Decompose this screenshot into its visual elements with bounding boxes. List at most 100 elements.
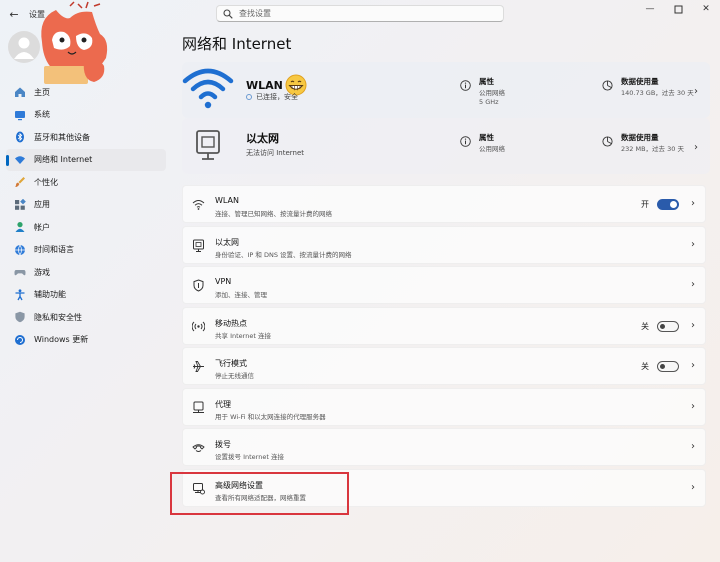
setting-title: 飞行模式 (215, 359, 247, 368)
sidebar-item-accounts[interactable]: 帐户 (6, 216, 166, 239)
window-controls: — ✕ (636, 0, 720, 18)
pie-chart-icon (602, 136, 613, 147)
properties-title: 属性 (479, 133, 494, 142)
home-icon (14, 86, 26, 98)
data-usage-title: 数据使用量 (621, 77, 659, 86)
update-icon (14, 334, 26, 346)
setting-title: WLAN (215, 196, 240, 205)
sidebar-item-privacy[interactable]: 隐私和安全性 (6, 306, 166, 329)
pie-chart-icon (602, 80, 613, 91)
hotspot-icon (192, 320, 205, 333)
sidebar-item-label: 个性化 (34, 177, 58, 187)
setting-description: 连接、管理已知网络、按流量计费的网络 (215, 210, 332, 218)
sidebar-item-apps[interactable]: 应用 (6, 194, 166, 217)
dialup-icon (192, 441, 205, 454)
sidebar-item-accessibility[interactable]: 辅助功能 (6, 284, 166, 307)
ethernet-name-text: 以太网 (246, 132, 279, 145)
ethernet-network-name: 以太网 (246, 130, 279, 146)
chevron-right-icon[interactable]: › (694, 142, 698, 153)
ethernet-status-text: 无法访问 Internet (246, 149, 305, 157)
setting-title: 代理 (215, 399, 231, 409)
info-icon (460, 136, 471, 147)
toggle-state-label: 开 (641, 200, 649, 209)
info-icon (460, 80, 471, 91)
page-title: 网络和 Internet (182, 35, 292, 53)
network-icon (14, 154, 26, 166)
sidebar-item-home[interactable]: 主页 (6, 81, 166, 104)
sidebar-item-label: 游戏 (34, 267, 50, 277)
ethernet-status-card: 以太网 无法访问 Internet 属性 公用网络 数据使用量 232 MB，过… (182, 118, 710, 174)
setting-title: 移动热点 (215, 318, 247, 328)
search-box[interactable] (216, 5, 504, 22)
setting-title: VPN (215, 277, 232, 286)
data-usage-subtext: 232 MB，过去 30 天 (621, 145, 684, 153)
toggle-state-label: 关 (641, 362, 649, 371)
sidebar-item-label: 系统 (34, 110, 50, 120)
wlan-connection-status: 已连接，安全 (246, 92, 298, 102)
sidebar-item-network[interactable]: 网络和 Internet (6, 148, 166, 171)
setting-description: 共享 Internet 连接 (215, 331, 271, 340)
setting-title: 拨号 (215, 440, 231, 449)
wlan-toggle[interactable]: 开 (641, 199, 679, 210)
network-settings-list: WLAN 连接、管理已知网络、按流量计费的网络 开 › 以太网 身份验证、IP … (182, 185, 706, 509)
chevron-right-icon[interactable]: › (694, 86, 698, 97)
sidebar-item-label: 网络和 Internet (34, 155, 93, 165)
chevron-right-icon: › (691, 481, 695, 493)
properties-subtext: 公用网络 5 GHz (479, 89, 505, 107)
hotspot-toggle[interactable]: 关 (641, 320, 679, 332)
setting-row-wlan[interactable]: WLAN 连接、管理已知网络、按流量计费的网络 开 › (182, 185, 706, 223)
network-band: 5 GHz (479, 98, 499, 106)
toggle-switch[interactable] (657, 361, 679, 372)
sidebar-item-label: 蓝牙和其他设备 (34, 132, 90, 142)
wlan-name-text: WLAN (246, 78, 283, 92)
toggle-switch[interactable] (657, 320, 679, 332)
sidebar-item-system[interactable]: 系统 (6, 104, 166, 127)
maximize-icon[interactable] (664, 0, 692, 18)
sidebar-item-personalization[interactable]: 个性化 (6, 171, 166, 194)
search-input[interactable] (239, 9, 479, 18)
sidebar-item-label: 辅助功能 (34, 290, 66, 300)
minimize-icon[interactable]: — (636, 0, 664, 18)
setting-title: 以太网 (215, 237, 239, 247)
account-icon (14, 221, 26, 233)
sidebar-item-time-language[interactable]: 时间和语言 (6, 239, 166, 262)
setting-row-proxy[interactable]: 代理 用于 Wi-Fi 和以太网连接的代理服务器 › (182, 387, 706, 426)
sidebar-item-bluetooth[interactable]: 蓝牙和其他设备 (6, 126, 166, 149)
setting-row-dialup[interactable]: 拨号 设置拨号 Internet 连接 › (182, 428, 706, 466)
setting-row-airplane-mode[interactable]: 飞行模式 停止无线通信 关 › (182, 347, 706, 385)
network-profile-type: 公用网络 (479, 89, 505, 97)
shield-icon (14, 311, 26, 323)
system-icon (14, 109, 26, 121)
chevron-right-icon: › (691, 441, 695, 452)
back-arrow-icon[interactable]: ← (6, 6, 22, 22)
airplane-mode-toggle[interactable]: 关 (641, 361, 679, 372)
chevron-right-icon: › (691, 360, 695, 371)
globe-clock-icon (14, 244, 26, 256)
setting-description: 设置拨号 Internet 连接 (215, 453, 284, 461)
properties-title: 属性 (479, 77, 494, 86)
chevron-right-icon: › (691, 198, 695, 209)
setting-row-vpn[interactable]: VPN 添加、连接、管理 › (182, 266, 706, 304)
setting-description: 停止无线通信 (215, 372, 254, 380)
sidebar-item-label: 帐户 (34, 222, 50, 232)
gamepad-icon (14, 266, 26, 278)
chevron-right-icon: › (691, 238, 695, 250)
wifi-large-icon (182, 66, 234, 112)
brush-icon (14, 176, 26, 188)
setting-row-hotspot[interactable]: 移动热点 共享 Internet 连接 关 › (182, 306, 706, 345)
sidebar-item-label: Windows 更新 (34, 335, 89, 345)
setting-row-ethernet[interactable]: 以太网 身份验证、IP 和 DNS 设置、按流量计费的网络 › (182, 225, 706, 264)
sidebar-nav: 主页 系统 蓝牙和其他设备 网络和 Internet 个性化 应用 帐户 时间和… (6, 81, 166, 351)
setting-description: 用于 Wi-Fi 和以太网连接的代理服务器 (215, 412, 326, 421)
sidebar-item-windows-update[interactable]: Windows 更新 (6, 329, 166, 352)
close-icon[interactable]: ✕ (692, 0, 720, 18)
ethernet-icon (192, 239, 205, 252)
ethernet-connection-status: 无法访问 Internet (246, 148, 304, 158)
wifi-icon (192, 198, 205, 211)
proxy-icon (192, 401, 205, 414)
toggle-state-label: 关 (641, 321, 649, 331)
sidebar-item-gaming[interactable]: 游戏 (6, 261, 166, 284)
sidebar-item-label: 时间和语言 (34, 245, 74, 255)
toggle-switch[interactable] (657, 199, 679, 210)
setting-description: 身份验证、IP 和 DNS 设置、按流量计费的网络 (215, 250, 352, 259)
